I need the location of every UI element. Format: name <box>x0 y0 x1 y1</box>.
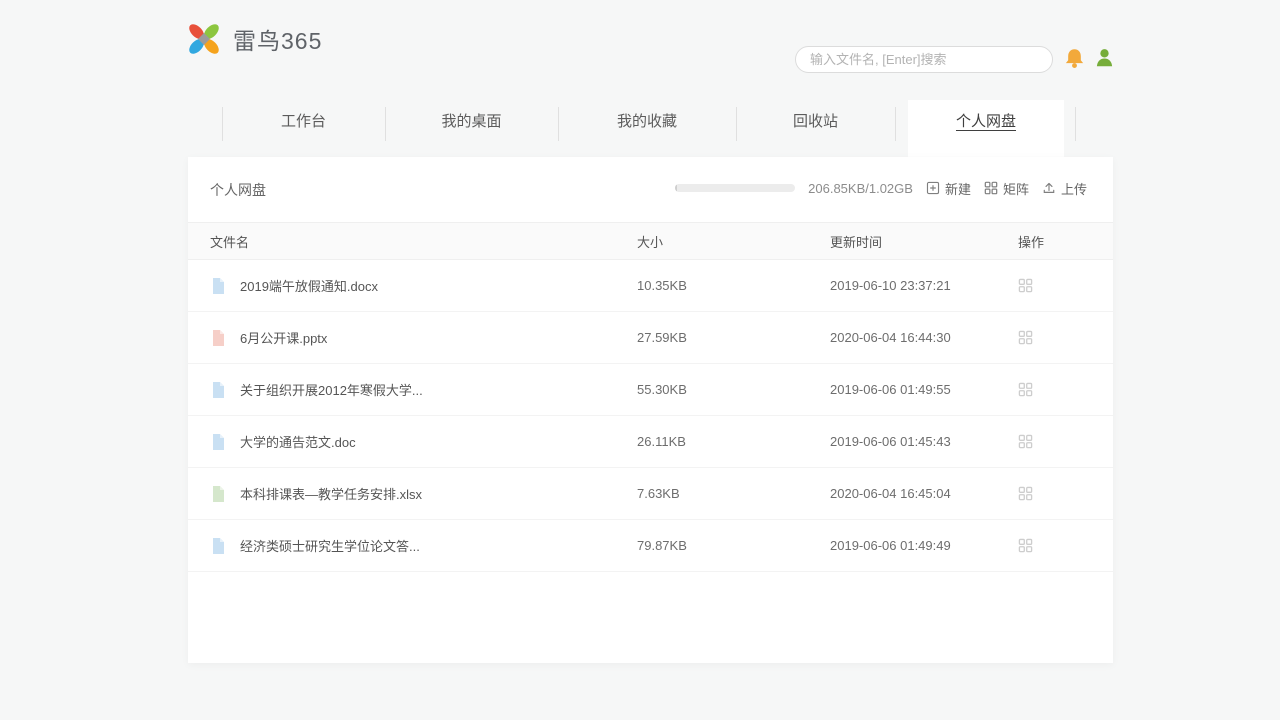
file-size: 79.87KB <box>637 538 830 553</box>
xlsx-file-icon <box>210 485 227 503</box>
file-name[interactable]: 关于组织开展2012年寒假大学... <box>240 380 423 399</box>
file-name[interactable]: 经济类硕士研究生学位论文答... <box>240 536 420 555</box>
storage-usage-text: 206.85KB/1.02GB <box>808 181 913 196</box>
table-row[interactable]: 关于组织开展2012年寒假大学... 55.30KB 2019-06-06 01… <box>188 364 1113 416</box>
pptx-file-icon <box>210 329 227 347</box>
file-name[interactable]: 大学的通告范文.doc <box>240 432 356 451</box>
table-row[interactable]: 大学的通告范文.doc 26.11KB 2019-06-06 01:45:43 <box>188 416 1113 468</box>
main-nav: 工作台 我的桌面 我的收藏 回收站 个人网盘 <box>188 100 1113 157</box>
file-name[interactable]: 本科排课表—教学任务安排.xlsx <box>240 484 422 503</box>
row-actions-icon[interactable] <box>1018 382 1091 397</box>
docx-file-icon <box>210 277 227 295</box>
new-button[interactable]: 新建 <box>926 179 971 198</box>
file-updated: 2019-06-06 01:49:55 <box>830 382 1018 397</box>
docx-file-icon <box>210 381 227 399</box>
tab-my-favorites[interactable]: 我的收藏 <box>558 100 736 144</box>
file-updated: 2019-06-10 23:37:21 <box>830 278 1018 293</box>
file-name[interactable]: 6月公开课.pptx <box>240 328 327 347</box>
storage-progress-fill <box>675 184 677 192</box>
table-header-row: 文件名 大小 更新时间 操作 <box>188 222 1113 260</box>
file-name[interactable]: 2019端午放假通知.docx <box>240 276 378 295</box>
row-actions-icon[interactable] <box>1018 538 1091 553</box>
file-updated: 2020-06-04 16:45:04 <box>830 486 1018 501</box>
file-size: 7.63KB <box>637 486 830 501</box>
search-input[interactable] <box>795 46 1053 73</box>
nav-divider <box>1075 107 1076 141</box>
tab-recycle-bin[interactable]: 回收站 <box>736 100 895 144</box>
app-logo[interactable]: 雷鸟365 <box>185 22 322 56</box>
table-row[interactable]: 2019端午放假通知.docx 10.35KB 2019-06-10 23:37… <box>188 260 1113 312</box>
new-plus-icon <box>926 181 940 195</box>
table-row[interactable]: 6月公开课.pptx 27.59KB 2020-06-04 16:44:30 <box>188 312 1113 364</box>
docx-file-icon <box>210 537 227 555</box>
file-updated: 2020-06-04 16:44:30 <box>830 330 1018 345</box>
file-size: 26.11KB <box>637 434 830 449</box>
col-header-size: 大小 <box>637 232 830 251</box>
upload-button-label: 上传 <box>1061 179 1087 198</box>
tab-workbench[interactable]: 工作台 <box>222 100 385 144</box>
tab-my-desktop[interactable]: 我的桌面 <box>385 100 558 144</box>
upload-button[interactable]: 上传 <box>1042 179 1087 198</box>
file-size: 10.35KB <box>637 278 830 293</box>
upload-arrow-icon <box>1042 181 1056 195</box>
table-row[interactable]: 本科排课表—教学任务安排.xlsx 7.63KB 2020-06-04 16:4… <box>188 468 1113 520</box>
row-actions-icon[interactable] <box>1018 434 1091 449</box>
row-actions-icon[interactable] <box>1018 278 1091 293</box>
panel-toolbar: 206.85KB/1.02GB 新建 矩阵 上传 <box>675 175 1087 201</box>
row-actions-icon[interactable] <box>1018 486 1091 501</box>
personal-disk-panel: 个人网盘 206.85KB/1.02GB 新建 矩阵 上传 文件名 大小 更新时… <box>188 157 1113 663</box>
bell-icon[interactable] <box>1063 47 1086 70</box>
storage-progress-bar <box>675 184 795 192</box>
file-updated: 2019-06-06 01:49:49 <box>830 538 1018 553</box>
matrix-button[interactable]: 矩阵 <box>984 179 1029 198</box>
file-table: 文件名 大小 更新时间 操作 2019端午放假通知.docx 10.35KB 2… <box>188 222 1113 572</box>
matrix-button-label: 矩阵 <box>1003 179 1029 198</box>
row-actions-icon[interactable] <box>1018 330 1091 345</box>
nav-divider <box>895 107 896 141</box>
col-header-filename: 文件名 <box>210 232 637 251</box>
brand-name: 雷鸟365 <box>233 22 322 56</box>
new-button-label: 新建 <box>945 179 971 198</box>
logo-pinwheel-icon <box>185 22 223 56</box>
file-size: 55.30KB <box>637 382 830 397</box>
col-header-actions: 操作 <box>1018 232 1091 251</box>
user-icon[interactable] <box>1093 47 1116 70</box>
doc-file-icon <box>210 433 227 451</box>
file-updated: 2019-06-06 01:45:43 <box>830 434 1018 449</box>
panel-title: 个人网盘 <box>210 180 266 200</box>
file-size: 27.59KB <box>637 330 830 345</box>
tab-personal-disk[interactable]: 个人网盘 <box>908 100 1064 157</box>
col-header-updated: 更新时间 <box>830 232 1018 251</box>
matrix-grid-icon <box>984 181 998 195</box>
table-row[interactable]: 经济类硕士研究生学位论文答... 79.87KB 2019-06-06 01:4… <box>188 520 1113 572</box>
